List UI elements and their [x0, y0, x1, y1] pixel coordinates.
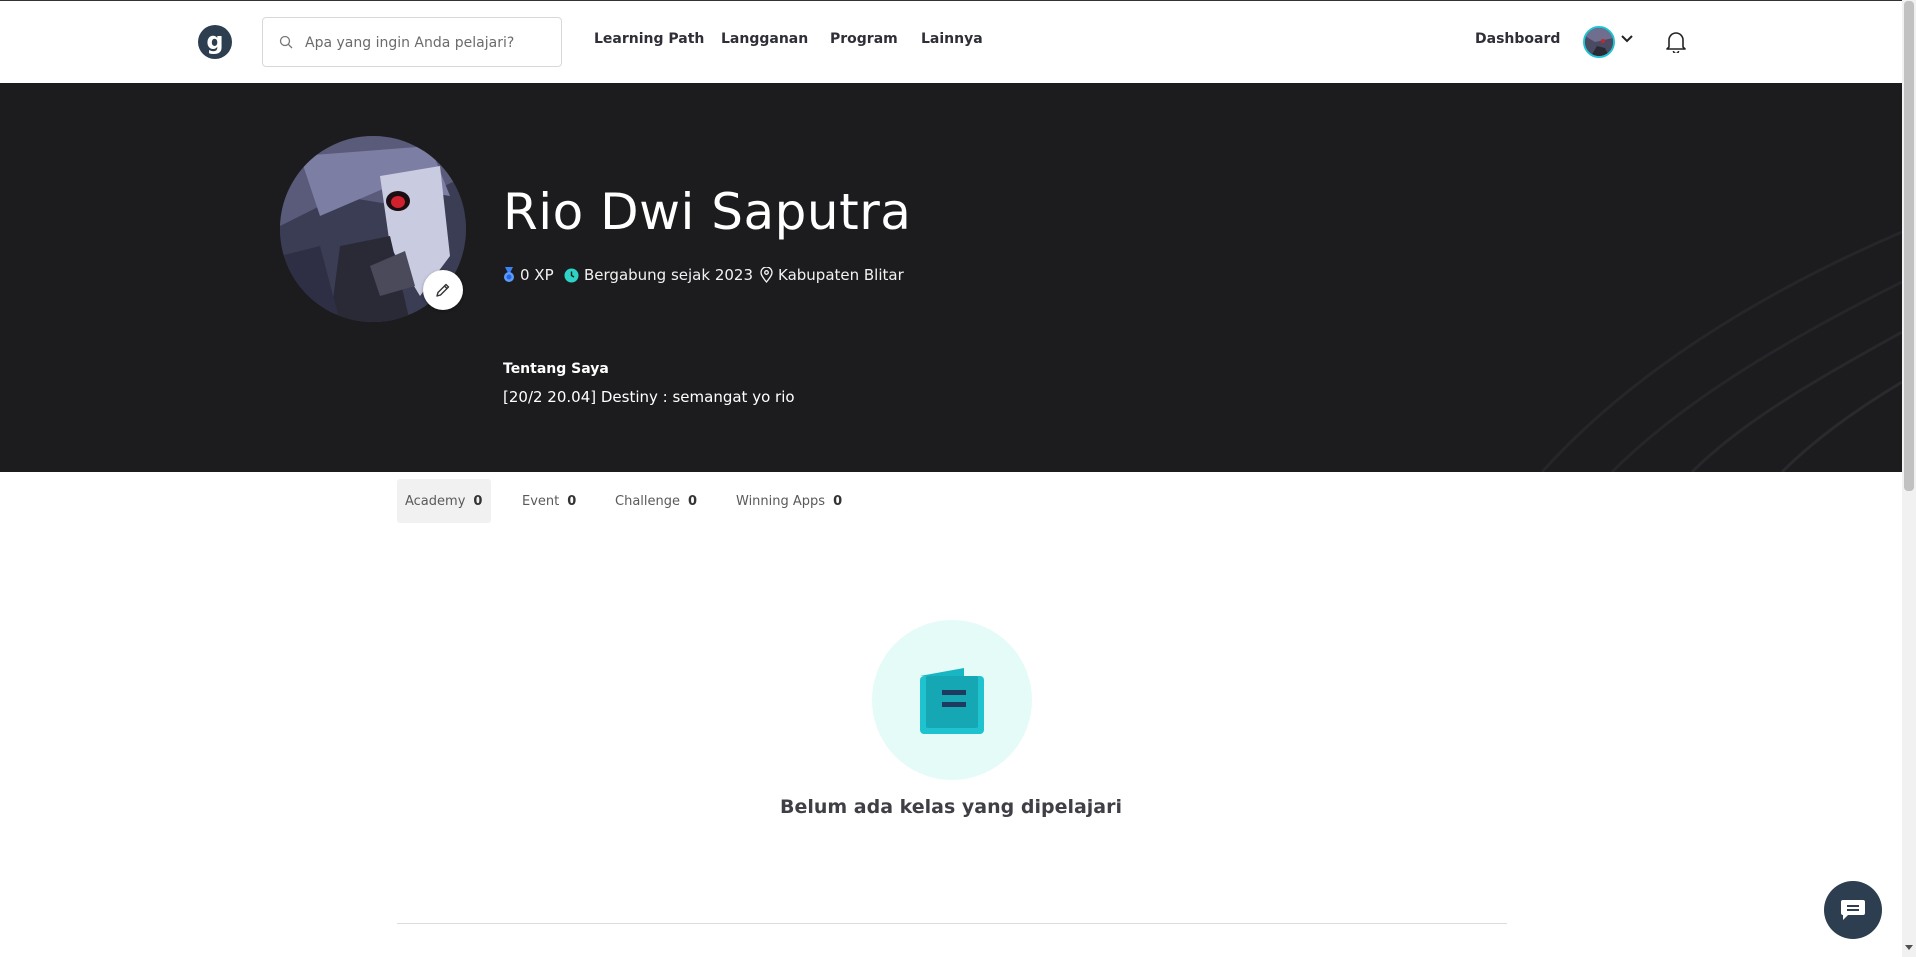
scrollbar-thumb[interactable]: [1904, 1, 1914, 491]
tab-label: Academy: [405, 493, 466, 509]
nav-lainnya[interactable]: Lainnya: [921, 31, 983, 47]
tab-count: 0: [567, 493, 577, 509]
tab-challenge[interactable]: Challenge 0: [607, 479, 705, 523]
avatar-image: [1585, 28, 1613, 56]
nav-program[interactable]: Program: [830, 31, 898, 47]
tab-label: Winning Apps: [736, 493, 826, 509]
navbar: g Learning Path Langganan Program Lainny…: [0, 1, 1902, 84]
xp-value: 0 XP: [520, 266, 554, 284]
empty-state-message: Belum ada kelas yang dipelajari: [779, 796, 1123, 818]
joined-info: Bergabung sejak 2023: [564, 265, 753, 285]
pencil-icon: [436, 283, 450, 297]
profile-hero: Rio Dwi Saputra 0 XP Bergabung sejak 202…: [0, 83, 1902, 472]
tab-count: 0: [473, 493, 483, 509]
location-pin-icon: [760, 267, 773, 283]
joined-text: Bergabung sejak 2023: [584, 266, 753, 284]
profile-name: Rio Dwi Saputra: [503, 183, 912, 241]
tab-count: 0: [688, 493, 698, 509]
decorative-swirl: [1540, 230, 1902, 472]
tab-academy[interactable]: Academy 0: [397, 479, 491, 523]
location-info: Kabupaten Blitar: [760, 265, 904, 285]
medal-icon: [504, 267, 514, 282]
clock-icon: [564, 268, 579, 282]
nav-dashboard[interactable]: Dashboard: [1475, 31, 1560, 47]
search-icon: [279, 35, 293, 49]
location-text: Kabupaten Blitar: [778, 266, 904, 284]
chat-button[interactable]: [1824, 881, 1882, 939]
search-box[interactable]: [262, 17, 562, 67]
divider: [397, 923, 1507, 924]
tab-label: Event: [522, 493, 560, 509]
book-icon: [920, 668, 984, 734]
empty-state-illustration: [872, 620, 1032, 780]
nav-langganan[interactable]: Langganan: [721, 31, 808, 47]
tab-winning-apps[interactable]: Winning Apps 0: [728, 479, 850, 523]
search-input[interactable]: [303, 30, 552, 56]
edit-profile-picture-button[interactable]: [423, 270, 463, 310]
logo[interactable]: g: [198, 25, 232, 59]
scroll-down-arrow-icon[interactable]: [1905, 945, 1913, 950]
chat-icon: [1841, 900, 1865, 920]
nav-learning-path[interactable]: Learning Path: [594, 31, 704, 47]
tab-event[interactable]: Event 0: [514, 479, 584, 523]
user-avatar[interactable]: [1583, 26, 1615, 58]
bell-icon[interactable]: [1666, 31, 1686, 53]
tab-label: Challenge: [615, 493, 680, 509]
chevron-down-icon[interactable]: [1621, 35, 1633, 43]
about-title: Tentang Saya: [503, 361, 609, 377]
tab-count: 0: [833, 493, 843, 509]
xp-info: 0 XP: [503, 265, 554, 285]
about-text: [20/2 20.04] Destiny : semangat yo rio: [503, 388, 795, 406]
